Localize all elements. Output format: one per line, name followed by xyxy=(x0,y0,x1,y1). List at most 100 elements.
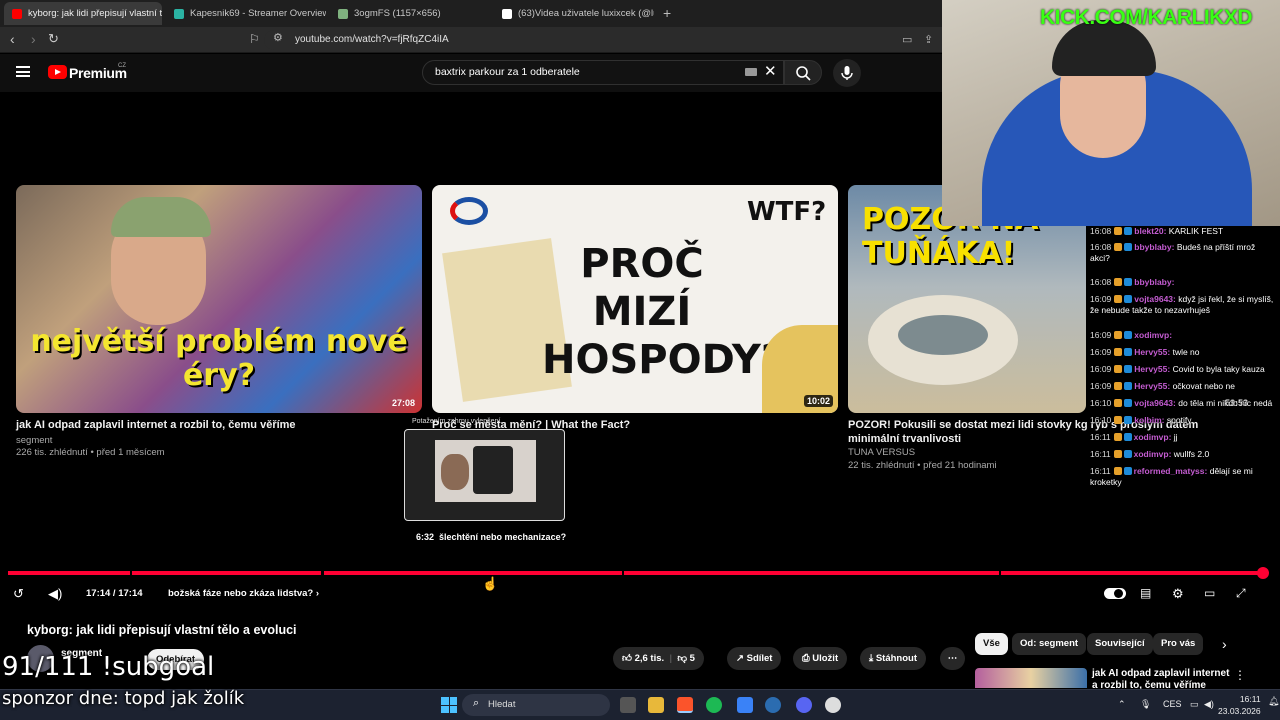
chip-all[interactable]: Vše xyxy=(975,633,1008,655)
scrubber-handle[interactable] xyxy=(1257,567,1269,579)
chat-username[interactable]: Hervy55: xyxy=(1134,381,1170,391)
search-button[interactable] xyxy=(784,60,822,85)
like-button[interactable]: 👍︎ 2,6 tis. | 👎︎ 5 xyxy=(613,647,704,670)
language-indicator[interactable]: CES xyxy=(1163,699,1182,709)
browser-tab-image[interactable]: 3ogmFS (1157×656) xyxy=(330,2,490,25)
network-icon[interactable]: ▭ xyxy=(1190,699,1199,710)
settings-gear-icon[interactable]: ⚙ xyxy=(1172,586,1184,602)
chat-username[interactable]: blekt20: xyxy=(1134,226,1166,236)
endscreen-title-1[interactable]: jak AI odpad zaplavil internet a rozbil … xyxy=(16,418,416,432)
back-icon[interactable]: ‹ xyxy=(10,31,15,47)
microphone-tray-icon[interactable]: 🎙︎ xyxy=(1140,699,1151,710)
endscreen-channel-3[interactable]: TUNA VERSUS xyxy=(848,447,915,459)
taskbar-clock[interactable]: 16:11 23.03.2026 xyxy=(1218,693,1261,717)
windows-start-icon[interactable] xyxy=(441,697,457,713)
chat-username[interactable]: bbyblaby: xyxy=(1134,242,1174,252)
chat-username[interactable]: Hervy55: xyxy=(1134,347,1170,357)
recommendation-menu-icon[interactable]: ⋮ xyxy=(1234,668,1246,682)
chip-from-channel[interactable]: Od: segment xyxy=(1012,633,1087,655)
progress-chapter-segment[interactable] xyxy=(1000,571,1262,575)
chat-username[interactable]: xodimvp: xyxy=(1134,330,1172,340)
bookmark-icon[interactable]: ⚐ xyxy=(249,32,260,46)
reload-icon[interactable]: ↻ xyxy=(48,31,59,47)
thumbs-down-icon[interactable]: 👎︎ xyxy=(677,653,687,664)
volume-icon[interactable]: ◀) xyxy=(48,586,62,602)
file-explorer-icon[interactable] xyxy=(648,697,664,713)
chat-timestamp: 16:10 xyxy=(1090,415,1112,425)
share-page-icon[interactable]: ⇪ xyxy=(924,33,933,46)
tab-label: kyborg: jak lidi přepisují vlastní t xyxy=(28,8,162,19)
brave-browser-icon[interactable] xyxy=(677,697,693,713)
ccleaner-icon[interactable] xyxy=(765,697,781,713)
progress-chapter-segment[interactable] xyxy=(624,571,999,575)
browser-tab-streamer-overview[interactable]: Kapesnik69 - Streamer Overview & S xyxy=(166,2,326,25)
recommendation-thumbnail[interactable] xyxy=(975,668,1087,688)
hamburger-menu-icon[interactable] xyxy=(16,66,30,77)
replay-icon[interactable]: ↺ xyxy=(13,586,24,602)
theater-mode-icon[interactable]: ▭ xyxy=(1204,586,1215,600)
chat-username[interactable]: xodimvp: xyxy=(1134,432,1172,442)
download-button[interactable]: ⤓ Stáhnout xyxy=(860,647,927,670)
tray-chevron-icon[interactable]: ⌃ xyxy=(1118,699,1126,710)
kick-channel-banner: KICK.COM/KARLIKXD xyxy=(1040,6,1253,29)
chips-next-icon[interactable]: › xyxy=(1222,636,1227,652)
cast-icon[interactable]: ▭ xyxy=(902,33,912,46)
chat-username[interactable]: Hervy55: xyxy=(1134,364,1170,374)
chat-username[interactable]: bbyblaby: xyxy=(1134,277,1174,287)
chat-badge-icon xyxy=(1124,382,1133,390)
chapter-title[interactable]: božská fáze nebo zkáza lidstva? › xyxy=(168,588,319,599)
fullscreen-icon[interactable]: ⤢ xyxy=(1236,586,1246,601)
discord-icon[interactable] xyxy=(796,697,812,713)
chat-text: KARLIK FEST xyxy=(1168,226,1224,236)
site-info-icon[interactable]: ⚙ xyxy=(273,31,283,44)
forward-icon[interactable]: › xyxy=(31,31,36,47)
endscreen-thumbnail-2[interactable]: PROČ MIZÍ HOSPODY? WTF? 10:02 xyxy=(432,185,838,413)
more-actions-button[interactable]: ⋯ xyxy=(940,647,965,670)
keyboard-icon[interactable] xyxy=(745,68,757,76)
task-view-icon[interactable] xyxy=(620,697,636,713)
subtitles-icon[interactable]: ▤ xyxy=(1140,586,1151,600)
speaker-icon[interactable]: ◀) xyxy=(1204,699,1214,710)
endscreen-thumbnail-1[interactable]: největší problém nové éry? xyxy=(16,185,422,413)
chat-message: 16:10 kolbim: spotify xyxy=(1090,415,1276,426)
new-tab-icon[interactable]: + xyxy=(663,5,671,21)
chat-username[interactable]: reformed_matyss: xyxy=(1134,466,1208,476)
search-input[interactable]: baxtrix parkour za 1 odberatele xyxy=(422,60,784,85)
spotify-icon[interactable] xyxy=(706,697,722,713)
chat-text: twle no xyxy=(1172,347,1200,357)
chat-username[interactable]: vojta9643: xyxy=(1134,398,1176,408)
time-display: 17:14 / 17:14 xyxy=(86,588,143,599)
voice-search-button[interactable] xyxy=(833,59,861,87)
progress-chapter-segment[interactable] xyxy=(8,571,130,575)
fish-shape xyxy=(898,315,988,355)
chat-username[interactable]: vojta9643: xyxy=(1134,294,1176,304)
share-button[interactable]: ↗ Sdílet xyxy=(727,647,782,670)
progress-chapter-segment[interactable] xyxy=(323,571,623,575)
country-code: CZ xyxy=(118,63,126,69)
clock-time: 16:11 xyxy=(1239,694,1261,704)
app-icon[interactable] xyxy=(737,697,753,713)
save-button[interactable]: ⎙ Uložit xyxy=(793,647,848,670)
browser-tab-tiktok[interactable]: (63)Videa uživatele luxixcek (@luxiice xyxy=(494,2,654,25)
chat-badge-icon xyxy=(1114,382,1123,390)
autoplay-toggle[interactable] xyxy=(1104,588,1126,599)
notification-icon[interactable]: 🔔︎ xyxy=(1268,696,1279,707)
progress-chapter-segment[interactable] xyxy=(131,571,322,575)
chat-username[interactable]: kolbim: xyxy=(1134,415,1164,425)
chat-badge-icon xyxy=(1113,467,1122,475)
youtube-logo-icon[interactable] xyxy=(48,65,67,79)
endscreen-channel-1[interactable]: segment xyxy=(16,435,52,447)
address-bar[interactable]: youtube.com/watch?v=fjRfqZC4iIA xyxy=(264,30,954,50)
chat-badge-icon xyxy=(1124,399,1133,407)
chat-timestamp: 16:08 xyxy=(1090,277,1112,287)
like-count: 2,6 tis. xyxy=(634,653,665,664)
browser-tab-youtube[interactable]: kyborg: jak lidi přepisují vlastní t ✕ xyxy=(4,2,162,25)
clear-search-icon[interactable]: ✕ xyxy=(764,62,777,80)
chip-related[interactable]: Související xyxy=(1087,633,1153,655)
chat-message: 16:09 Hervy55: twle no xyxy=(1090,347,1276,358)
chat-badge-icon xyxy=(1124,295,1133,303)
obs-icon[interactable] xyxy=(825,697,841,713)
chip-for-you[interactable]: Pro vás xyxy=(1153,633,1204,655)
chat-username[interactable]: xodimvp: xyxy=(1134,449,1172,459)
taskbar-search-input[interactable]: Hledat xyxy=(462,694,610,716)
